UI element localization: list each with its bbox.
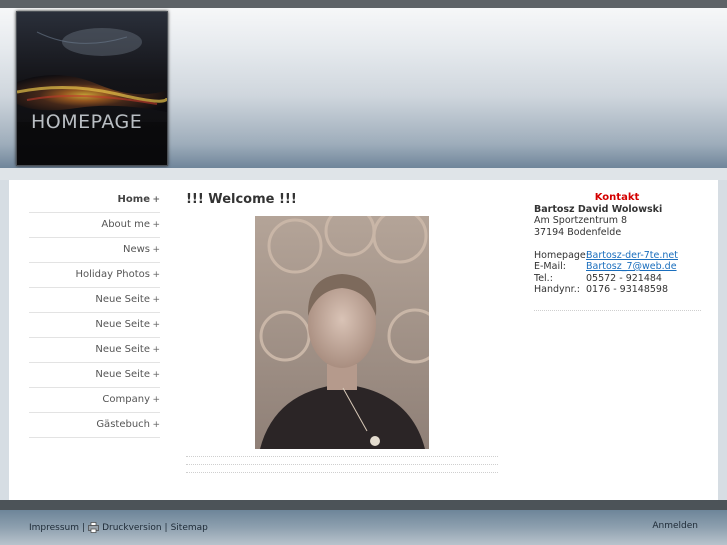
tel-row: Tel.: 05572 - 921484 (534, 273, 704, 285)
nav-item-label: Neue Seite (95, 294, 150, 305)
plus-icon: + (152, 245, 160, 255)
tel-value: 05572 - 921484 (586, 272, 662, 284)
mobile-label: Handynr.: (534, 284, 580, 295)
site-logo[interactable]: HOMEPAGE (16, 11, 168, 166)
page-title: !!! Welcome !!! (186, 192, 297, 207)
mobile-row: Handynr.: 0176 - 93148598 (534, 284, 704, 296)
footer-links: Impressum | Druckversion | Sitemap (29, 522, 208, 533)
profile-photo (255, 205, 443, 449)
nav-item-label: About me (101, 219, 150, 230)
email-row: E-Mail: Bartosz_7@web.de (534, 261, 704, 273)
top-bar (0, 0, 727, 8)
nav-item-label: Neue Seite (95, 319, 150, 330)
plus-icon: + (152, 195, 160, 205)
contact-heading: Kontakt (594, 192, 640, 203)
plus-icon: + (152, 395, 160, 405)
nav-item-neue-seite[interactable]: Neue Seite + (29, 338, 160, 363)
nav-item-neue-seite[interactable]: Neue Seite + (29, 313, 160, 338)
email-link[interactable]: Bartosz_7@web.de (586, 261, 677, 273)
email-label: E-Mail: (534, 261, 566, 272)
nav-item-label: Neue Seite (95, 344, 150, 355)
main-navigation: Home + About me + News + Holiday Photos … (29, 188, 160, 438)
nav-item-label: News (122, 244, 150, 255)
printer-icon[interactable] (88, 522, 99, 533)
plus-icon: + (152, 220, 160, 230)
nav-item-label: Neue Seite (95, 369, 150, 380)
plus-icon: + (152, 370, 160, 380)
divider (534, 309, 701, 311)
contact-street: Am Sportzentrum 8 (534, 215, 628, 226)
plus-icon: + (152, 420, 160, 430)
plus-icon: + (152, 320, 160, 330)
homepage-row: Homepage: Bartosz-der-7te.net (534, 250, 704, 262)
separator: | (164, 522, 168, 533)
divider (186, 472, 498, 473)
footer-bar (0, 500, 727, 510)
divider (186, 456, 498, 457)
impressum-link[interactable]: Impressum (29, 523, 79, 533)
nav-item-label: Gästebuch (96, 419, 150, 430)
contact-name: Bartosz David Wolowski (534, 203, 663, 215)
nav-item-holiday-photos[interactable]: Holiday Photos + (29, 263, 160, 288)
homepage-link[interactable]: Bartosz-der-7te.net (586, 250, 678, 262)
nav-item-gaestebuch[interactable]: Gästebuch + (29, 413, 160, 438)
header-band (0, 168, 727, 180)
nav-item-news[interactable]: News + (29, 238, 160, 263)
nav-item-neue-seite[interactable]: Neue Seite + (29, 363, 160, 388)
contact-box: Kontakt Bartosz David Wolowski Am Sportz… (534, 192, 704, 311)
header: HOMEPAGE (0, 8, 727, 168)
login-link[interactable]: Anmelden (652, 521, 698, 531)
nav-item-home[interactable]: Home + (29, 188, 160, 213)
separator: | (82, 522, 86, 533)
print-version-link[interactable]: Druckversion (102, 523, 161, 533)
sitemap-link[interactable]: Sitemap (171, 523, 208, 533)
nav-item-about-me[interactable]: About me + (29, 213, 160, 238)
plus-icon: + (152, 295, 160, 305)
nav-item-company[interactable]: Company + (29, 388, 160, 413)
divider (186, 464, 498, 465)
nav-item-label: Home (117, 194, 150, 205)
tel-label: Tel.: (534, 272, 553, 284)
logo-image (17, 12, 167, 165)
plus-icon: + (152, 345, 160, 355)
logo-text: HOMEPAGE (31, 111, 143, 133)
nav-item-neue-seite[interactable]: Neue Seite + (29, 288, 160, 313)
mobile-value: 0176 - 93148598 (586, 284, 668, 295)
plus-icon: + (152, 270, 160, 280)
nav-item-label: Holiday Photos (75, 269, 150, 280)
homepage-label: Homepage: (534, 249, 589, 261)
nav-item-label: Company (102, 394, 150, 405)
contact-city: 37194 Bodenfelde (534, 226, 622, 238)
